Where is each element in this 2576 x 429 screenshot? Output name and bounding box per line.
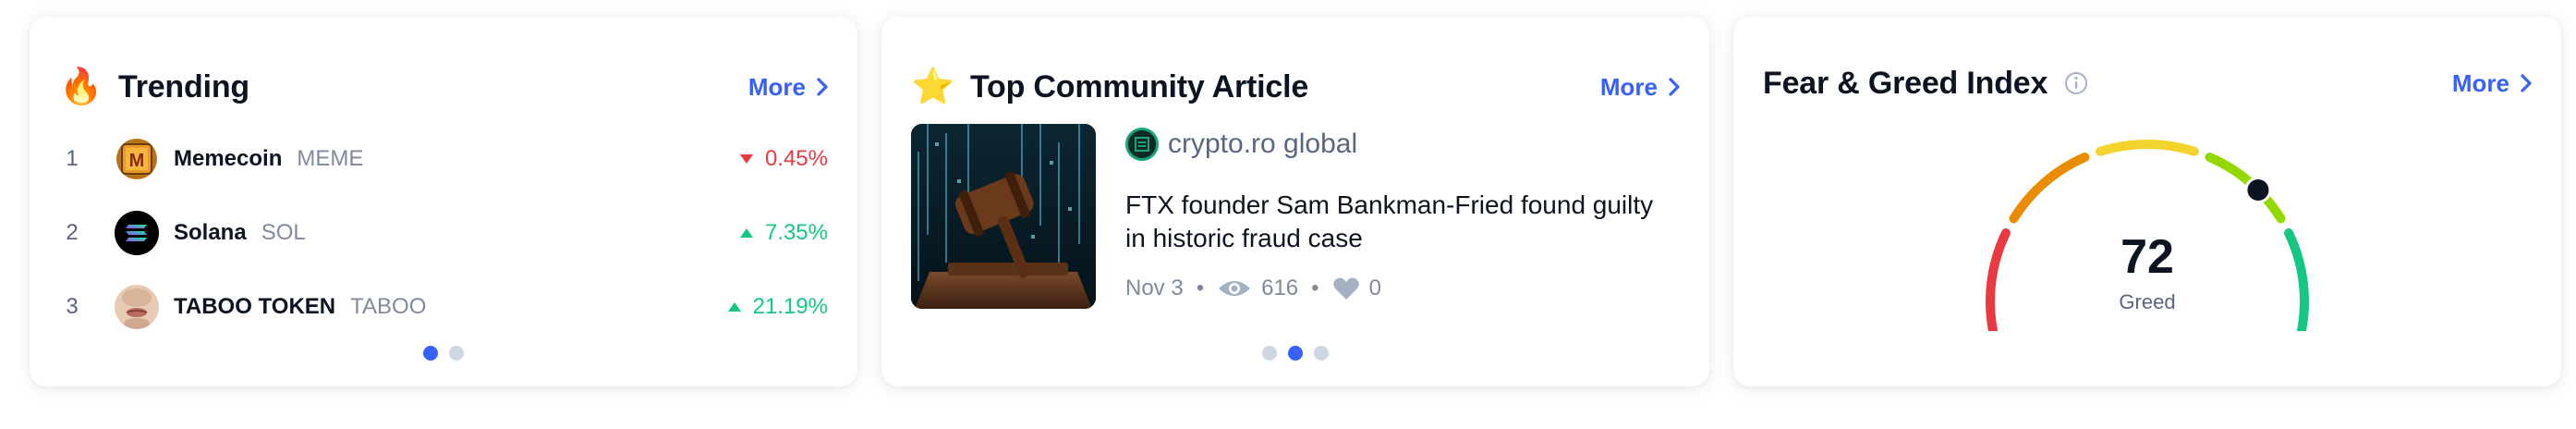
article-thumbnail[interactable] [911,124,1096,309]
coin-symbol: MEME [297,146,364,171]
taboo-logo [115,285,159,329]
article-headline[interactable]: FTX founder Sam Bankman-Fried found guil… [1125,189,1680,255]
caret-up-icon [727,302,741,312]
svg-text:M: M [129,151,145,171]
trending-more-link[interactable]: More [748,73,828,102]
trending-rank: 1 [66,146,79,171]
solana-logo [115,211,159,255]
more-label: More [1599,72,1658,101]
price-change: 7.35% [739,220,828,246]
fear-greed-more-link[interactable]: More [2452,69,2532,98]
source-name: crypto.ro global [1168,129,1358,159]
info-icon[interactable] [2064,71,2088,95]
pagination-dot-1[interactable] [423,346,438,361]
trending-title: Trending [118,68,249,104]
article-source[interactable]: crypto.ro global [1125,124,1680,165]
gauge-marker [2244,177,2272,204]
coin-symbol: SOL [261,220,306,245]
gauge-value: 72 [2120,230,2174,284]
caret-up-icon [739,228,753,238]
memecoin-logo: M [115,137,159,181]
price-change: 21.19% [727,294,828,320]
price-change-value: 0.45% [764,146,828,171]
heart-icon[interactable] [1332,276,1360,300]
chevron-right-icon [817,78,828,96]
source-logo [1125,128,1159,161]
chevron-right-icon [2521,74,2532,92]
community-article-card: ⭐ Top Community Article More crypto.ro g… [881,17,1709,386]
article-more-link[interactable]: More [1600,73,1680,102]
article-header: ⭐ Top Community Article More [911,61,1680,113]
fear-greed-header: Fear & Greed Index More [1763,57,2532,109]
article-body: crypto.ro global FTX founder Sam Bankman… [1125,124,1680,301]
fear-greed-card: Fear & Greed Index More 72 Greed [1733,17,2561,386]
pagination-dot-1[interactable] [1262,346,1277,361]
chevron-right-icon [1669,78,1680,96]
coin-symbol: TABOO [350,294,427,319]
article-card-title: Top Community Article [970,68,1309,104]
pagination-dot-2[interactable] [1288,346,1303,361]
fire-icon: 🔥 [59,67,103,106]
fear-greed-title: Fear & Greed Index [1763,65,2048,101]
gauge-segment [2096,140,2199,156]
price-change: 0.45% [739,146,828,172]
trending-row[interactable]: 3 TABOO TOKEN TABOO 21.19% [59,277,828,337]
trending-rank: 2 [66,220,79,245]
article-meta: Nov 3 • 616 • 0 [1125,276,1680,301]
star-icon: ⭐ [911,67,955,106]
pagination-dot-2[interactable] [449,346,464,361]
gauge-segment [2009,152,2090,224]
trending-rank: 3 [66,294,79,319]
trending-row[interactable]: 2 Solana SOL 7.35% [59,203,828,263]
more-label: More [2451,68,2509,97]
article-pagination [881,346,1709,361]
price-change-value: 21.19% [752,294,828,319]
fear-greed-gauge: 72 Greed [1974,128,2321,339]
coin-name: Solana [174,220,247,245]
eye-icon [1219,281,1251,296]
trending-row[interactable]: 1 M Memecoin MEME 0.45% [59,129,828,189]
coin-name: Memecoin [174,146,283,171]
meta-separator: • [1196,276,1205,300]
article-views: 616 [1261,276,1299,300]
trending-header: 🔥 Trending More [59,61,828,113]
caret-down-icon [739,154,753,164]
meta-separator: • [1311,276,1319,300]
coin-name: TABOO TOKEN [174,294,336,319]
article-likes: 0 [1368,276,1381,300]
article-date: Nov 3 [1125,276,1184,300]
trending-card: 🔥 Trending More 1 M Memecoin MEME 0.45% … [30,17,857,386]
more-label: More [747,72,806,101]
price-change-value: 7.35% [764,220,828,245]
pagination-dot-3[interactable] [1314,346,1329,361]
trending-pagination [30,346,857,361]
gauge-label: Greed [2119,290,2176,313]
